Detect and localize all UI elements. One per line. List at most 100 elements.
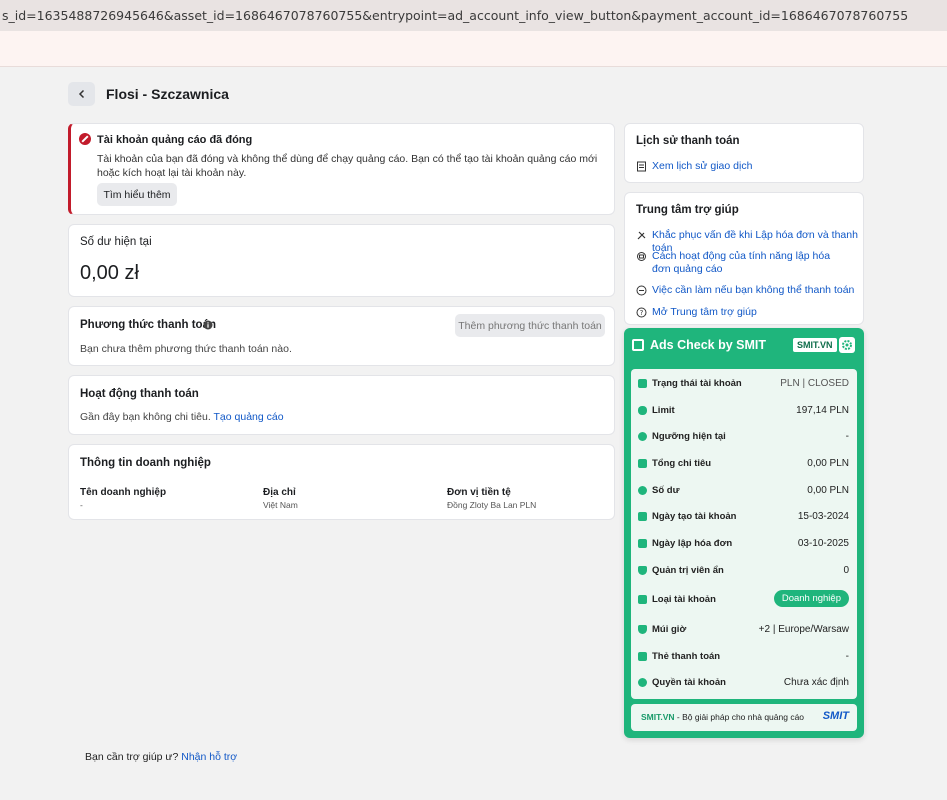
row-value: 0 bbox=[843, 565, 849, 576]
limit-icon bbox=[638, 406, 647, 415]
history-title: Lịch sử thanh toán bbox=[636, 135, 740, 147]
payment-method-empty: Bạn chưa thêm phương thức thanh toán nào… bbox=[80, 343, 292, 355]
users-icon bbox=[638, 678, 647, 687]
info-icon[interactable] bbox=[203, 320, 213, 330]
payment-method-card: Phương thức thanh toán Thêm phương thức … bbox=[68, 306, 615, 366]
threshold-icon bbox=[638, 432, 647, 441]
help-item-label[interactable]: Cách hoạt động của tính năng lập hóa đơn… bbox=[652, 250, 836, 276]
row-label: Múi giờ bbox=[652, 624, 687, 635]
smit-footer-text: SMIT.VN - Bộ giải pháp cho nhà quảng cáo bbox=[641, 712, 804, 722]
activity-text: Gần đây bạn không chi tiêu. Tạo quảng cá… bbox=[80, 411, 284, 423]
row-total-spend: Tổng chi tiêu 0,00 PLN bbox=[631, 451, 857, 477]
timezone-icon bbox=[638, 625, 647, 634]
row-created-date: Ngày tạo tài khoản 15-03-2024 bbox=[631, 504, 857, 530]
browser-url-bar[interactable]: s_id=1635488726945646&asset_id=168646707… bbox=[0, 0, 947, 31]
receipt-icon bbox=[637, 161, 646, 172]
alert-body: Tài khoản của bạn đã đóng và không thể d… bbox=[97, 153, 598, 179]
address-value: Việt Nam bbox=[263, 500, 298, 510]
row-hidden-admins: Quản trị viên ẩn 0 bbox=[631, 558, 857, 584]
balance-title: Số dư hiện tại bbox=[80, 236, 152, 248]
page-title: Flosi - Szczawnica bbox=[106, 86, 229, 102]
create-ad-link[interactable]: Tạo quảng cáo bbox=[214, 411, 284, 423]
smit-title: Ads Check by SMIT bbox=[650, 338, 766, 352]
learn-more-button[interactable]: Tìm hiểu thêm bbox=[97, 183, 177, 206]
payment-activity-card: Hoạt động thanh toán Gần đây bạn không c… bbox=[68, 375, 615, 435]
view-transactions-link[interactable]: Xem lịch sử giao dịch bbox=[652, 160, 752, 173]
business-title: Thông tin doanh nghiệp bbox=[80, 457, 211, 469]
help-item-label[interactable]: Việc cần làm nếu bạn không thể thanh toá… bbox=[652, 284, 854, 297]
row-label: Limit bbox=[652, 405, 675, 416]
row-label: Trạng thái tài khoản bbox=[652, 378, 742, 389]
calendar-icon bbox=[638, 512, 647, 521]
currency-label: Đơn vị tiền tệ bbox=[447, 487, 511, 498]
smit-logo: SMIT bbox=[822, 710, 849, 722]
business-name-value: - bbox=[80, 500, 83, 510]
smit-footer[interactable]: SMIT.VN - Bộ giải pháp cho nhà quảng cáo… bbox=[631, 704, 857, 731]
help-item-label[interactable]: Mở Trung tâm trợ giúp bbox=[652, 306, 757, 319]
shield-icon bbox=[638, 566, 647, 575]
smit-details: Trạng thái tài khoản PLN | CLOSED Limit 19… bbox=[631, 369, 857, 699]
row-value: +2 | Europe/Warsaw bbox=[758, 624, 849, 635]
row-invoice-date: Ngày lập hóa đơn 03-10-2025 bbox=[631, 531, 857, 557]
row-limit: Limit 197,14 PLN bbox=[631, 398, 857, 424]
user-icon bbox=[638, 595, 647, 604]
help-item-cannot-pay[interactable]: Việc cần làm nếu bạn không thể thanh toá… bbox=[636, 284, 854, 297]
row-label: Loại tài khoản bbox=[652, 594, 716, 605]
smit-logo-icon bbox=[632, 339, 644, 351]
question-icon: ? bbox=[636, 307, 647, 318]
currency-value: Đồng Zloty Ba Lan PLN bbox=[447, 500, 537, 510]
row-label: Ngày tạo tài khoản bbox=[652, 511, 737, 522]
spend-icon bbox=[638, 459, 647, 468]
error-icon bbox=[79, 133, 91, 145]
balance-icon bbox=[638, 486, 647, 495]
row-label: Thẻ thanh toán bbox=[652, 651, 721, 662]
account-type-badge: Doanh nghiệp bbox=[773, 590, 849, 607]
alert-title: Tài khoản quảng cáo đã đóng bbox=[97, 134, 253, 146]
footer-help-text: Bạn cần trợ giúp ư? bbox=[85, 751, 179, 763]
row-value: 15-03-2024 bbox=[797, 511, 849, 522]
business-name-label: Tên doanh nghiệp bbox=[80, 487, 167, 498]
address-label: Địa chỉ bbox=[263, 487, 296, 498]
row-account-permission: Quyền tài khoản Chưa xác định bbox=[631, 670, 857, 696]
row-value: PLN | CLOSED bbox=[780, 378, 849, 389]
card-icon bbox=[638, 652, 647, 661]
row-label: Số dư bbox=[652, 485, 680, 496]
row-label: Ngày lập hóa đơn bbox=[652, 538, 733, 549]
balance-amount: 0,00 zł bbox=[80, 262, 139, 284]
svg-text:?: ? bbox=[640, 309, 644, 317]
minus-circle-icon bbox=[636, 285, 647, 296]
browser-info-bar bbox=[0, 31, 947, 67]
row-account-status: Trạng thái tài khoản PLN | CLOSED bbox=[631, 371, 857, 397]
help-item-billing-how[interactable]: Cách hoạt động của tính năng lập hóa đơn… bbox=[636, 250, 836, 276]
row-value: 197,14 PLN bbox=[796, 405, 849, 416]
row-timezone: Múi giờ +2 | Europe/Warsaw bbox=[631, 617, 857, 643]
row-label: Quyền tài khoản bbox=[652, 677, 726, 688]
payment-history-card: Lịch sử thanh toán Xem lịch sử giao dịch bbox=[624, 123, 864, 183]
smit-badge[interactable]: SMIT.VN bbox=[793, 338, 837, 352]
payment-method-title: Phương thức thanh toán bbox=[80, 319, 216, 331]
help-center-card: Trung tâm trợ giúp Khắc phục vấn đề khi … bbox=[624, 192, 864, 325]
back-button[interactable] bbox=[68, 82, 95, 106]
smit-header: Ads Check by SMIT SMIT.VN bbox=[624, 328, 864, 362]
add-payment-method-button[interactable]: Thêm phương thức thanh toán bbox=[455, 314, 605, 337]
row-value: - bbox=[845, 651, 849, 662]
status-icon bbox=[638, 379, 647, 388]
help-item-open-help[interactable]: ? Mở Trung tâm trợ giúp bbox=[636, 306, 757, 319]
row-balance: Số dư 0,00 PLN bbox=[631, 478, 857, 504]
invoice-icon bbox=[638, 539, 647, 548]
settings-button[interactable] bbox=[839, 337, 855, 353]
row-value: 0,00 PLN bbox=[807, 485, 849, 496]
get-support-link[interactable]: Nhận hỗ trợ bbox=[181, 751, 237, 763]
smit-ads-check-panel: Ads Check by SMIT SMIT.VN Trạng thái tài… bbox=[624, 328, 864, 738]
account-closed-alert: Tài khoản quảng cáo đã đóng Tài khoản củ… bbox=[68, 123, 615, 215]
chevron-left-icon bbox=[78, 89, 84, 99]
row-value: 0,00 PLN bbox=[807, 458, 849, 469]
row-account-type: Loại tài khoản Doanh nghiệp bbox=[631, 587, 857, 613]
row-threshold: Ngưỡng hiện tại - bbox=[631, 424, 857, 450]
smit-footer-brand: SMIT.VN bbox=[641, 712, 675, 722]
help-center-title: Trung tâm trợ giúp bbox=[636, 204, 739, 216]
billing-icon bbox=[637, 252, 646, 261]
view-transactions-row[interactable]: Xem lịch sử giao dịch bbox=[636, 160, 752, 173]
footer-help: Bạn cần trợ giúp ư? Nhận hỗ trợ bbox=[85, 751, 237, 763]
row-label: Quản trị viên ẩn bbox=[652, 565, 724, 576]
